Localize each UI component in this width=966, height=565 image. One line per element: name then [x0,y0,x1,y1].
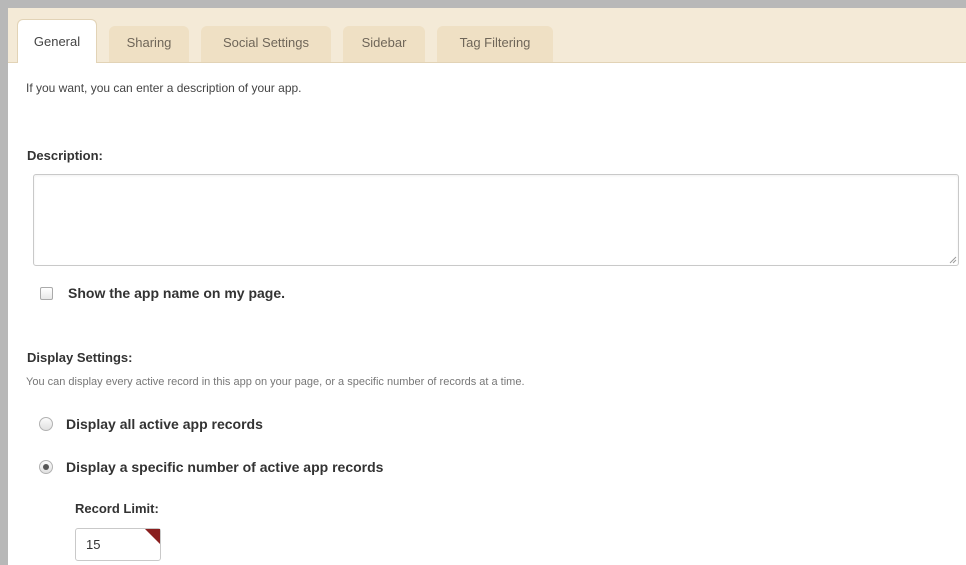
tab-sidebar-label: Sidebar [361,35,407,50]
tab-social-settings[interactable]: Social Settings [201,26,331,62]
show-app-name-option[interactable]: Show the app name on my page. [40,283,285,303]
tab-general-label: General [33,34,81,49]
display-all-records-radio[interactable] [39,417,53,431]
tab-general[interactable]: General [17,19,97,63]
settings-tab-bar: General Sharing Social Settings Sidebar … [8,8,966,63]
display-specific-records-label: Display a specific number of active app … [66,459,384,475]
display-specific-records-radio[interactable] [39,460,53,474]
show-app-name-label: Show the app name on my page. [68,285,286,301]
display-specific-records-option[interactable]: Display a specific number of active app … [39,457,383,477]
tab-sharing[interactable]: Sharing [109,26,189,62]
display-settings-subtext: You can display every active record in t… [26,376,525,388]
tab-sidebar[interactable]: Sidebar [343,26,425,62]
record-limit-label: Record Limit: [75,501,159,516]
tab-social-settings-label: Social Settings [223,35,309,50]
app-settings-panel: General Sharing Social Settings Sidebar … [0,0,966,565]
description-textarea[interactable] [33,174,959,266]
general-intro-text: If you want, you can enter a description… [26,81,302,95]
display-all-records-option[interactable]: Display all active app records [39,414,263,434]
tab-tag-filtering[interactable]: Tag Filtering [437,26,553,62]
description-label: Description: [27,148,103,163]
display-settings-heading: Display Settings: [27,350,133,365]
record-limit-input[interactable] [75,528,161,561]
tab-sharing-label: Sharing [126,35,172,50]
show-app-name-checkbox[interactable] [40,286,53,300]
tab-tag-filtering-label: Tag Filtering [459,35,531,50]
display-all-records-label: Display all active app records [66,416,263,432]
